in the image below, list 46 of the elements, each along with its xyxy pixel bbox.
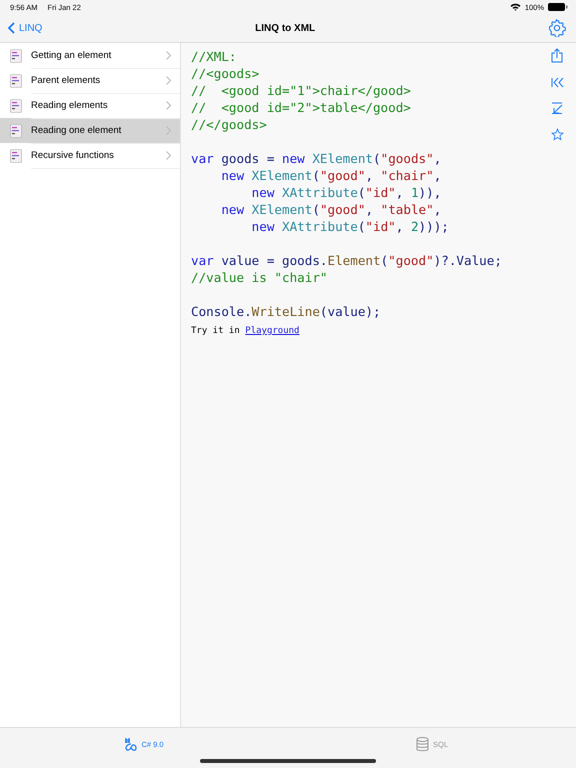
chevron-left-icon [8, 22, 15, 34]
code-document-icon [10, 148, 22, 162]
code-line: new XElement("good", "table", [220, 201, 442, 218]
csharp-icon [124, 737, 138, 752]
code-line: var value = goods.Element("good")?.Value; [191, 252, 503, 269]
item-label: Parent elements [31, 74, 100, 86]
share-icon[interactable] [551, 48, 563, 63]
chevron-icon [166, 126, 171, 134]
code-line: var goods = new XElement("goods", [191, 150, 442, 167]
chevron-icon [166, 50, 171, 60]
skip-back-icon[interactable] [550, 77, 564, 88]
database-icon [416, 737, 429, 752]
chevron-icon [166, 76, 171, 84]
code-line: new XElement("good", "chair", [220, 167, 442, 184]
code-line: new XAttribute("id", 2))); [250, 218, 450, 235]
playground-link[interactable]: Playground [245, 326, 300, 336]
code-document-icon [10, 74, 22, 88]
code-line: // <good id="2">table</good> [191, 99, 412, 116]
item-label: Reading elements [31, 100, 108, 110]
sidebar-item[interactable]: Parent elements [0, 68, 180, 93]
code-line: //value is "chair" [191, 269, 328, 286]
code-document-icon [10, 98, 22, 112]
code-line: //XML: [191, 48, 238, 65]
back-button[interactable]: LINQ [8, 22, 42, 34]
nav-title: LINQ to XML [255, 22, 316, 34]
try-text: Try it in [191, 326, 240, 336]
code-line: //</goods> [191, 116, 268, 133]
code-line: //<goods> [191, 65, 260, 82]
chevron-icon [166, 150, 171, 160]
code-document-icon [10, 124, 22, 138]
code-document-icon [10, 48, 22, 62]
sidebar-item[interactable]: Recursive functions [0, 143, 180, 168]
code-line: new XAttribute("id", 1)), [250, 184, 442, 201]
sidebar-item[interactable]: Reading one element [0, 118, 180, 143]
item-label: Getting an element [31, 50, 112, 60]
sidebar-item[interactable]: Getting an element [0, 43, 180, 68]
star-icon[interactable] [550, 128, 564, 141]
settings-icon[interactable] [548, 19, 566, 37]
item-label: Reading one element [31, 124, 122, 136]
chevron-icon [166, 100, 171, 110]
battery-icon [548, 3, 568, 11]
wifi-icon [510, 3, 521, 11]
code-line: Console.WriteLine(value); [191, 303, 382, 320]
code-line: // <good id="1">chair</good> [191, 82, 412, 99]
arrow-down-left-icon[interactable] [551, 102, 563, 114]
item-label: Recursive functions [31, 150, 114, 160]
